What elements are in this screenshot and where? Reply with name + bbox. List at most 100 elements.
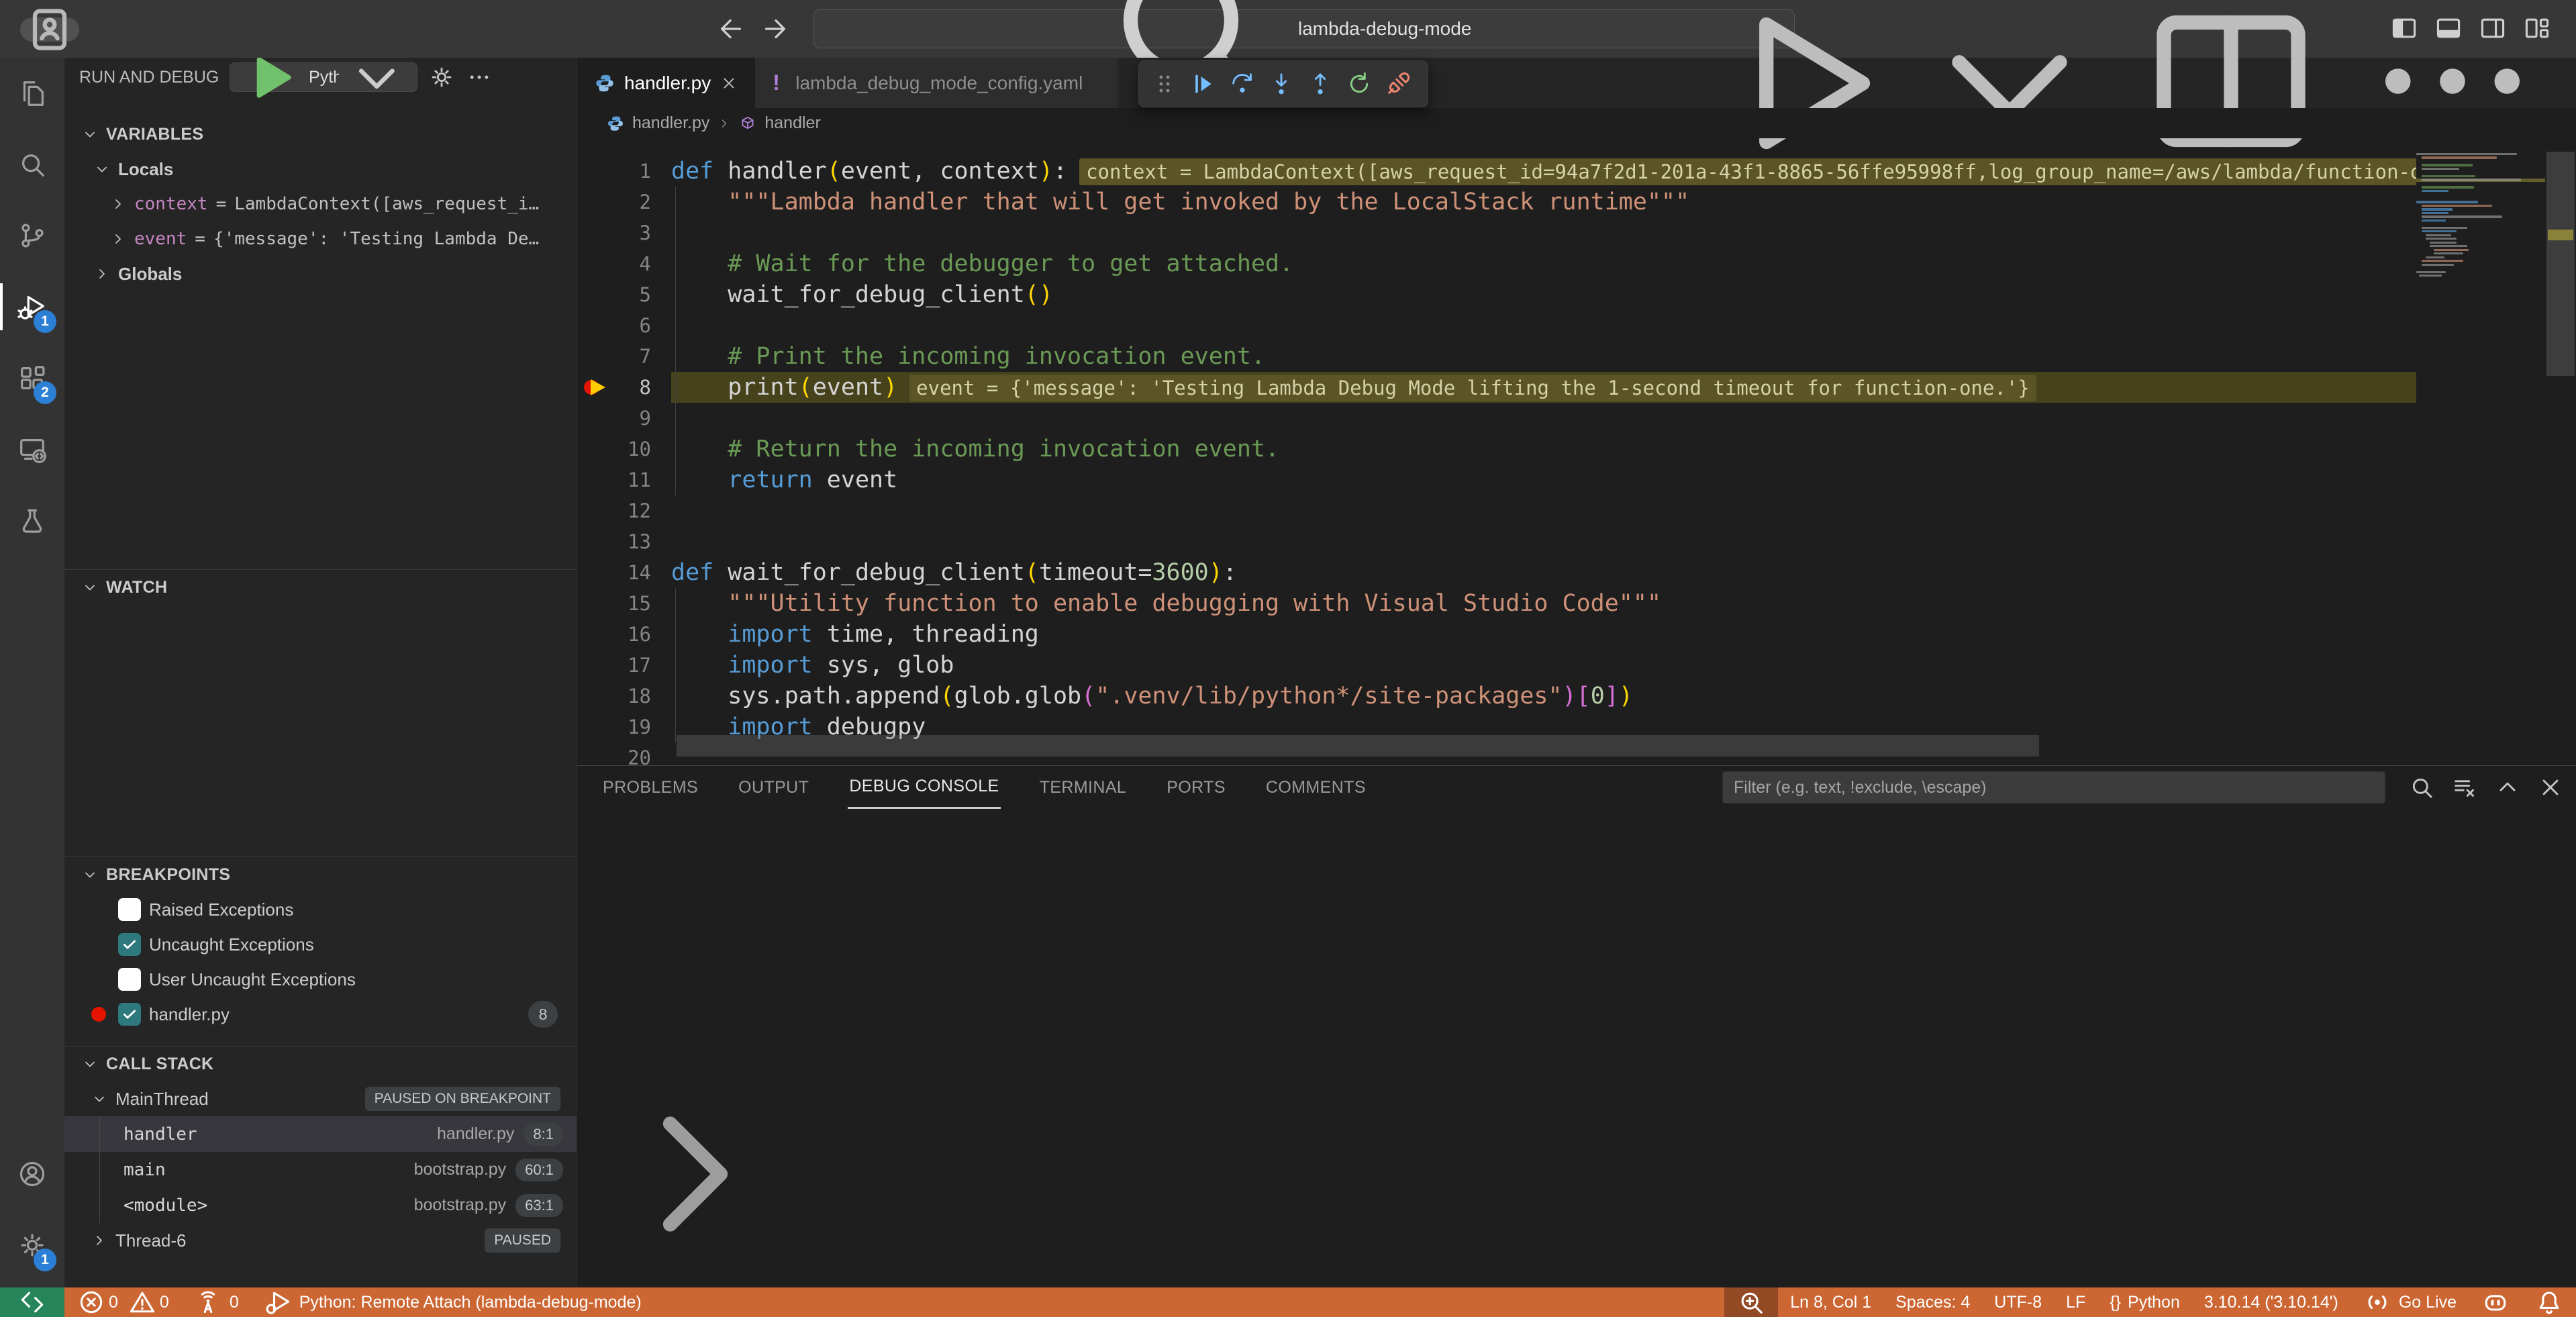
stack-frame-module[interactable]: <module>bootstrap.py63:1 (64, 1187, 577, 1223)
tab-lambda-debug-mode-config[interactable]: ! lambda_debug_mode_config.yaml (755, 58, 1118, 108)
line-gutter[interactable]: 1 (577, 156, 671, 187)
line-gutter[interactable]: 19 (577, 712, 671, 742)
checkbox[interactable] (118, 933, 141, 956)
breadcrumb-symbol[interactable]: handler (764, 113, 820, 133)
line-content[interactable]: """Utility function to enable debugging … (671, 588, 2416, 619)
activity-run-and-debug[interactable]: 1 (0, 271, 64, 342)
notifications-button[interactable] (2522, 1287, 2576, 1317)
line-gutter[interactable]: 15 (577, 588, 671, 619)
call-stack-header[interactable]: CALL STACK (64, 1046, 577, 1081)
line-gutter[interactable]: 11 (577, 465, 671, 495)
views-more-button[interactable] (466, 64, 493, 91)
encoding-status[interactable]: UTF-8 (1982, 1287, 2054, 1317)
line-gutter[interactable]: 4 (577, 248, 671, 279)
command-center-search[interactable] (813, 9, 1795, 48)
scope-locals[interactable]: Locals (64, 152, 577, 187)
line-content[interactable]: def wait_for_debug_client(timeout=3600): (671, 557, 2416, 588)
debug-console-prompt[interactable] (595, 1073, 796, 1278)
activity-testing[interactable] (0, 485, 64, 556)
line-gutter[interactable]: 18 (577, 681, 671, 712)
watch-header[interactable]: WATCH (64, 570, 577, 605)
thread-mainthread[interactable]: MainThreadPAUSED ON BREAKPOINT (64, 1081, 577, 1116)
variables-header[interactable]: VARIABLES (64, 117, 577, 152)
line-content[interactable] (671, 495, 2416, 526)
problems-status[interactable]: 0 0 (64, 1287, 181, 1317)
close-tab-button[interactable] (720, 75, 738, 92)
activity-accounts[interactable] (0, 1138, 64, 1210)
checkbox[interactable] (118, 968, 141, 991)
breakpoint-handler-py[interactable]: handler.py8 (64, 997, 577, 1032)
drag-handle-button[interactable] (1147, 66, 1182, 101)
activity-remote-explorer[interactable] (0, 413, 64, 485)
go-live-button[interactable]: Go Live (2350, 1287, 2469, 1317)
clear-console-button[interactable] (2451, 774, 2478, 801)
activity-extensions[interactable]: 2 (0, 342, 64, 413)
horizontal-scrollbar[interactable] (677, 735, 2039, 757)
minimap[interactable] (2416, 138, 2545, 765)
breakpoint-raised-exceptions[interactable]: Raised Exceptions (64, 892, 577, 927)
breakpoint-user-uncaught-exceptions[interactable]: User Uncaught Exceptions (64, 962, 577, 997)
search-input[interactable] (1298, 18, 1520, 40)
breakpoint-uncaught-exceptions[interactable]: Uncaught Exceptions (64, 927, 577, 962)
breadcrumb-file[interactable]: handler.py (632, 113, 709, 133)
line-gutter[interactable]: 20 (577, 742, 671, 765)
maximize-panel-button[interactable] (2494, 774, 2521, 801)
step-out-button[interactable] (1303, 66, 1338, 101)
line-content[interactable]: return event (671, 465, 2416, 495)
stack-frame-handler[interactable]: handlerhandler.py8:1 (64, 1116, 577, 1152)
python-interpreter-status[interactable]: 3.10.14 ('3.10.14') (2192, 1287, 2350, 1317)
line-gutter[interactable]: 12 (577, 495, 671, 526)
restart-button[interactable] (1342, 66, 1377, 101)
line-content[interactable]: import sys, glob (671, 650, 2416, 681)
line-gutter[interactable]: 16 (577, 619, 671, 650)
line-content[interactable] (671, 526, 2416, 557)
line-content[interactable] (671, 403, 2416, 434)
line-content[interactable] (671, 310, 2416, 341)
indentation-status[interactable]: Spaces: 4 (1883, 1287, 1982, 1317)
remote-indicator[interactable] (0, 1287, 64, 1317)
line-gutter[interactable]: 3 (577, 217, 671, 248)
panel-tab-problems[interactable]: PROBLEMS (601, 767, 699, 808)
debug-config-dropdown[interactable]: Python: Rem (230, 62, 417, 92)
line-gutter[interactable]: 10 (577, 434, 671, 465)
line-gutter[interactable]: 8 (577, 372, 671, 403)
line-content[interactable]: sys.path.append(glob.glob(".venv/lib/pyt… (671, 681, 2416, 712)
panel-tab-output[interactable]: OUTPUT (737, 767, 810, 808)
continue-button[interactable] (1186, 66, 1221, 101)
activity-explorer[interactable] (0, 58, 64, 129)
disconnect-button[interactable] (1381, 66, 1416, 101)
panel-tab-ports[interactable]: PORTS (1165, 767, 1227, 808)
code-editor[interactable]: 1def handler(event, context):context = L… (577, 138, 2416, 765)
line-gutter[interactable]: 2 (577, 187, 671, 217)
line-content[interactable] (671, 217, 2416, 248)
activity-source-control[interactable] (0, 200, 64, 271)
activity-settings[interactable]: 1 (0, 1210, 64, 1281)
start-debugging-icon[interactable] (240, 58, 302, 108)
line-gutter[interactable]: 9 (577, 403, 671, 434)
line-content[interactable]: # Print the incoming invocation event. (671, 341, 2416, 372)
zoom-indicator[interactable] (1724, 1287, 1778, 1317)
line-content[interactable]: """Lambda handler that will get invoked … (671, 187, 2416, 217)
eol-status[interactable]: LF (2054, 1287, 2097, 1317)
close-panel-button[interactable] (2537, 774, 2564, 801)
checkbox[interactable] (118, 898, 141, 921)
line-gutter[interactable]: 14 (577, 557, 671, 588)
debug-settings-button[interactable] (428, 64, 455, 91)
checkbox[interactable] (118, 1003, 141, 1026)
line-gutter[interactable]: 5 (577, 279, 671, 310)
cursor-position-status[interactable]: Ln 8, Col 1 (1778, 1287, 1883, 1317)
navigate-back-button[interactable] (715, 13, 746, 44)
panel-tab-terminal[interactable]: TERMINAL (1038, 767, 1128, 808)
line-content[interactable]: # Wait for the debugger to get attached. (671, 248, 2416, 279)
panel-tab-debug-console[interactable]: DEBUG CONSOLE (848, 766, 1000, 809)
stack-frame-main[interactable]: mainbootstrap.py60:1 (64, 1152, 577, 1187)
line-gutter[interactable]: 6 (577, 310, 671, 341)
debug-console-filter[interactable] (1722, 771, 2385, 803)
line-gutter[interactable]: 7 (577, 341, 671, 372)
line-content[interactable]: def handler(event, context):context = La… (671, 156, 2416, 187)
breadcrumb[interactable]: handler.py handler (577, 108, 2576, 138)
line-content[interactable]: # Return the incoming invocation event. (671, 434, 2416, 465)
window-controls-pill[interactable] (20, 17, 79, 42)
debug-session-status[interactable]: Python: Remote Attach (lambda-debug-mode… (251, 1287, 654, 1317)
line-content[interactable]: print(event)event = {'message': 'Testing… (671, 372, 2416, 403)
